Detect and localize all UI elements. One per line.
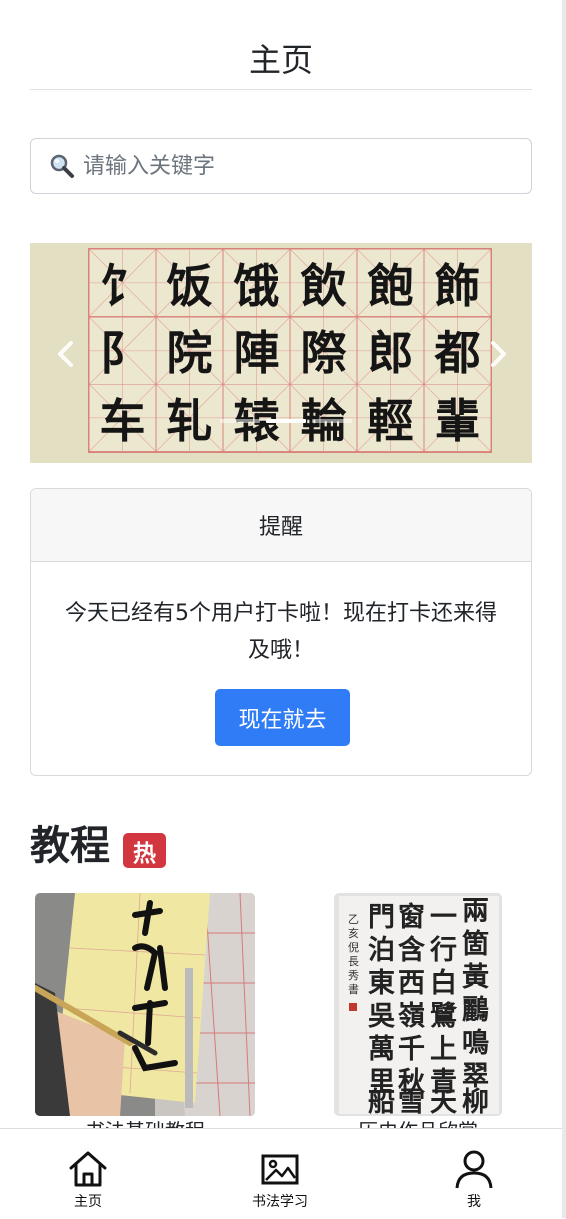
- grid-character: 阝: [89, 316, 156, 385]
- svg-text:兩: 兩: [462, 896, 489, 927]
- reminder-message: 今天已经有5个用户打卡啦！现在打卡还来得及哦！: [65, 601, 497, 663]
- grid-character: 郎: [357, 316, 424, 385]
- chevron-left-icon[interactable]: [52, 339, 82, 369]
- svg-text:一: 一: [430, 902, 457, 933]
- hot-badge: 热: [123, 833, 166, 868]
- tutorials-heading: 教程: [30, 823, 110, 869]
- calligraphy-scroll-image: 兩箇黃鸝鳴翠柳 一行白鷺上青天 窗含西嶺千秋雪 門泊東吳萬里船 乙亥倪長秀書: [334, 893, 502, 1116]
- svg-text:黃: 黃: [462, 962, 489, 993]
- svg-text:長: 長: [348, 955, 359, 968]
- grid-character: 輕: [357, 384, 424, 452]
- reminder-title: 提醒: [31, 489, 531, 562]
- svg-text:上: 上: [430, 1034, 457, 1065]
- svg-text:鷺: 鷺: [430, 1001, 458, 1032]
- svg-text:東: 東: [368, 968, 395, 999]
- grid-character: 飾: [424, 249, 491, 317]
- grid-character: 都: [424, 316, 491, 385]
- grid-character: 饭: [156, 249, 223, 317]
- svg-text:倪: 倪: [348, 941, 359, 954]
- svg-text:白: 白: [430, 967, 457, 999]
- grid-character: 饣: [89, 249, 156, 317]
- brush-writing-photo[interactable]: [35, 893, 255, 1116]
- svg-text:乙: 乙: [348, 913, 359, 926]
- carousel-indicator[interactable]: [220, 419, 260, 423]
- tab-home[interactable]: 主页: [48, 1129, 128, 1219]
- svg-text:嶺: 嶺: [398, 1001, 425, 1032]
- carousel-indicator[interactable]: [312, 419, 352, 423]
- svg-text:雪: 雪: [398, 1087, 425, 1116]
- home-icon: [69, 1151, 107, 1187]
- carousel-indicator-active[interactable]: [266, 419, 306, 423]
- tab-label: 我: [467, 1194, 481, 1210]
- svg-text:秀: 秀: [348, 969, 359, 982]
- grid-character: 饿: [223, 249, 290, 317]
- magnifier-icon: [50, 154, 74, 178]
- svg-text:箇: 箇: [462, 928, 489, 960]
- tab-calligraphy-study[interactable]: 书法学习: [230, 1129, 330, 1219]
- page-title: 主页: [248, 41, 313, 79]
- svg-text:鳴: 鳴: [462, 1028, 489, 1059]
- grid-character: 车: [89, 384, 156, 452]
- svg-text:門: 門: [368, 902, 395, 933]
- bottom-tab-bar: 主页 书法学习 我: [0, 1128, 562, 1219]
- tab-label: 书法学习: [252, 1194, 308, 1210]
- svg-text:亥: 亥: [348, 926, 359, 940]
- svg-text:船: 船: [368, 1086, 395, 1116]
- image-icon: [261, 1154, 299, 1185]
- svg-text:千: 千: [398, 1034, 425, 1065]
- svg-text:吳: 吳: [368, 1001, 396, 1032]
- svg-text:鸝: 鸝: [462, 994, 489, 1026]
- search-bar[interactable]: [30, 138, 532, 194]
- svg-text:書: 書: [348, 982, 359, 996]
- grid-character: 輩: [424, 384, 491, 452]
- reminder-card: 提醒 今天已经有5个用户打卡啦！现在打卡还来得及哦！ 现在就去: [30, 488, 532, 776]
- tab-label: 主页: [74, 1194, 102, 1210]
- tab-me[interactable]: 我: [434, 1129, 514, 1219]
- user-icon: [455, 1150, 493, 1189]
- svg-text:柳: 柳: [462, 1087, 489, 1116]
- calligraphy-carousel[interactable]: 饣 饭 饿 飲 飽 飾 阝 院 陣 際 郎 都 车 轧 辕 輪 輕 輩: [30, 243, 532, 463]
- grid-character: 院: [156, 316, 223, 385]
- svg-text:萬: 萬: [368, 1034, 395, 1065]
- brush-writing-image: [35, 893, 255, 1116]
- page-scrollbar[interactable]: [562, 0, 566, 1218]
- grid-character: 飽: [357, 249, 424, 317]
- header-divider: [30, 89, 532, 90]
- search-input[interactable]: [81, 145, 531, 187]
- grid-character: 陣: [223, 316, 290, 385]
- grid-character: 辕: [223, 384, 290, 452]
- svg-text:行: 行: [429, 934, 457, 966]
- grid-character: 輪: [290, 384, 357, 452]
- svg-text:泊: 泊: [368, 935, 395, 966]
- svg-text:窗: 窗: [398, 901, 425, 933]
- chevron-right-icon[interactable]: [482, 339, 512, 369]
- calligraphy-scroll-photo[interactable]: 兩箇黃鸝鳴翠柳 一行白鷺上青天 窗含西嶺千秋雪 門泊東吳萬里船 乙亥倪長秀書: [334, 893, 502, 1116]
- grid-character: 際: [290, 316, 357, 385]
- svg-text:天: 天: [430, 1087, 457, 1116]
- grid-character: 轧: [156, 384, 223, 452]
- svg-text:西: 西: [398, 968, 425, 999]
- home-page: 主页 饣 饭 饿 飲 飽 飾 阝 院 陣 際 郎 都 车 轧 辕 輪 輕: [0, 0, 562, 1219]
- svg-text:含: 含: [398, 934, 426, 966]
- go-now-button[interactable]: 现在就去: [215, 689, 350, 746]
- grid-character: 飲: [290, 249, 357, 317]
